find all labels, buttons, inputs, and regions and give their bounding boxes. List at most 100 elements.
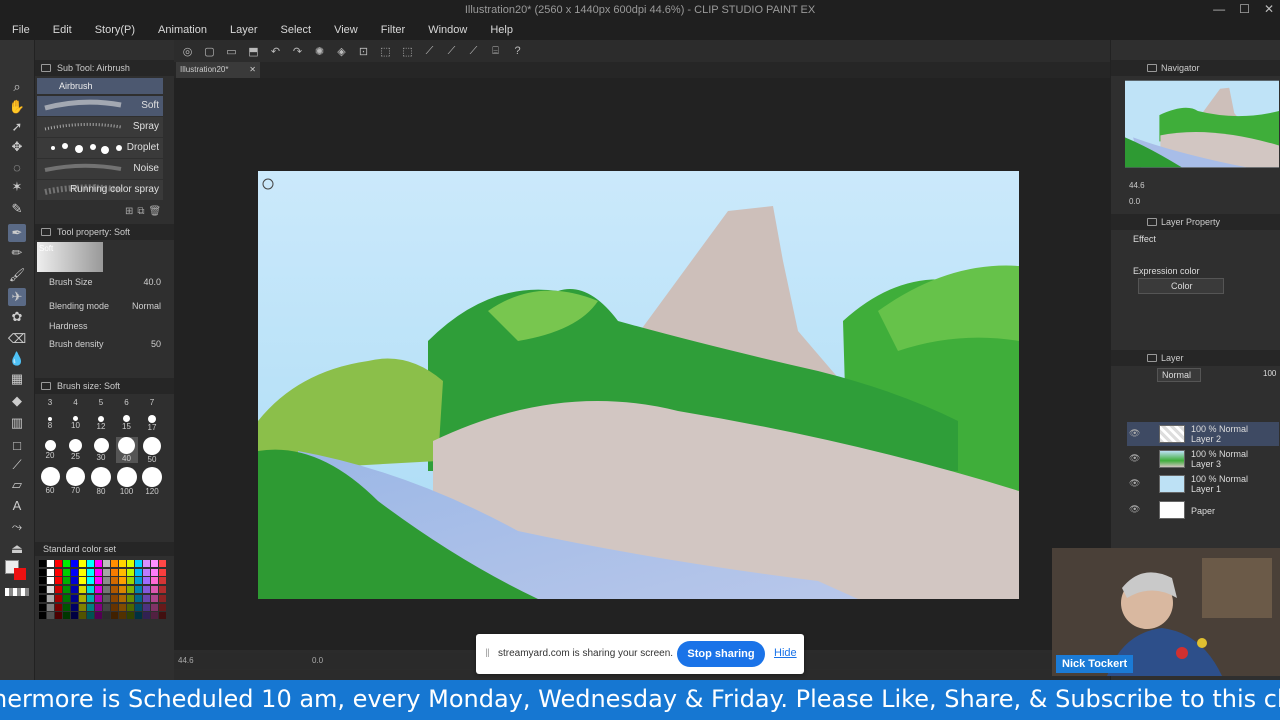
palette-swatch[interactable] — [127, 612, 134, 620]
brush-item-spray[interactable]: Spray — [37, 117, 163, 137]
size-12[interactable]: 12 — [90, 415, 112, 431]
palette-swatch[interactable] — [55, 594, 62, 602]
palette-swatch[interactable] — [111, 612, 118, 620]
navigator-preview[interactable] — [1125, 80, 1279, 168]
palette-swatch[interactable] — [111, 560, 118, 567]
palette-swatch[interactable] — [95, 568, 102, 576]
document-tab[interactable]: Illustration20* ✕ — [176, 62, 260, 78]
palette-swatch[interactable] — [127, 577, 134, 585]
size-80[interactable]: 80 — [90, 466, 112, 496]
size-8[interactable]: 8 — [39, 416, 61, 430]
size-15[interactable]: 15 — [116, 415, 138, 431]
magic-wand-tool-icon[interactable]: ✶ — [8, 178, 26, 196]
size-20[interactable]: 20 — [39, 440, 61, 460]
brush-density-row[interactable]: Brush density 50 — [49, 339, 161, 353]
expression-color-select[interactable]: Color — [1138, 278, 1224, 294]
visibility-eye-icon[interactable]: 👁 — [1129, 478, 1140, 489]
menu-file[interactable]: File — [12, 20, 30, 40]
palette-swatch[interactable] — [63, 586, 70, 594]
palette-swatch[interactable] — [103, 568, 110, 576]
palette-swatch[interactable] — [127, 560, 134, 567]
palette-swatch[interactable] — [79, 594, 86, 602]
hand-tool-icon[interactable]: ✋ — [8, 98, 26, 116]
menu-animation[interactable]: Animation — [158, 20, 207, 40]
palette-swatch[interactable] — [71, 560, 78, 567]
palette-swatch[interactable] — [39, 594, 46, 602]
palette-swatch[interactable] — [47, 594, 54, 602]
palette-swatch[interactable] — [119, 603, 126, 611]
layer-row-layer-3[interactable]: 👁 100 % Normal Layer 3 — [1127, 447, 1279, 471]
palette-swatch[interactable] — [87, 612, 94, 620]
fill-bucket-icon[interactable]: ⏏ — [8, 540, 26, 558]
palette-swatch[interactable] — [39, 586, 46, 594]
size-30[interactable]: 30 — [90, 438, 112, 462]
palette-swatch[interactable] — [39, 560, 46, 567]
palette-swatch[interactable] — [79, 568, 86, 576]
rotation-readout[interactable]: 0.0 — [312, 656, 323, 665]
palette-swatch[interactable] — [159, 612, 166, 620]
palette-swatch[interactable] — [47, 568, 54, 576]
size-10[interactable]: 10 — [65, 416, 87, 430]
palette-swatch[interactable] — [135, 577, 142, 585]
fill-icon[interactable]: ◈ — [334, 44, 349, 59]
palette-swatch[interactable] — [127, 586, 134, 594]
size-50[interactable]: 50 — [141, 436, 163, 464]
text-tool-icon[interactable]: A — [8, 496, 26, 514]
ruler-tool-icon[interactable]: ⟋ — [8, 456, 26, 474]
menu-layer[interactable]: Layer — [230, 20, 258, 40]
palette-swatch[interactable] — [103, 577, 110, 585]
select-all-icon[interactable]: ⬚ — [378, 44, 393, 59]
palette-swatch[interactable] — [135, 594, 142, 602]
brush-item-soft[interactable]: Soft — [37, 96, 163, 116]
palette-swatch[interactable] — [55, 577, 62, 585]
palette-swatch[interactable] — [103, 603, 110, 611]
palette-swatch[interactable] — [95, 586, 102, 594]
transparent-color-swatch[interactable] — [5, 588, 29, 596]
palette-swatch[interactable] — [63, 568, 70, 576]
size-4[interactable]: 4 — [65, 398, 87, 407]
palette-swatch[interactable] — [87, 568, 94, 576]
layer-row-layer-1[interactable]: 👁 100 % Normal Layer 1 — [1127, 472, 1279, 496]
size-3[interactable]: 3 — [39, 398, 61, 407]
palette-swatch[interactable] — [63, 612, 70, 620]
palette-swatch[interactable] — [55, 586, 62, 594]
palette-swatch[interactable] — [127, 568, 134, 576]
brush-size-row[interactable]: Brush Size 40.0 — [49, 277, 161, 291]
close-tab-icon[interactable]: ✕ — [249, 62, 256, 78]
menu-select[interactable]: Select — [281, 20, 312, 40]
menu-story[interactable]: Story(P) — [95, 20, 135, 40]
palette-swatch[interactable] — [63, 603, 70, 611]
palette-swatch[interactable] — [151, 586, 158, 594]
deselect-icon[interactable]: ⬚ — [400, 44, 415, 59]
palette-swatch[interactable] — [63, 560, 70, 567]
fill-tool-icon[interactable]: ◆ — [8, 392, 26, 410]
lasso-tool-icon[interactable]: ◌ — [8, 158, 26, 176]
eraser-tool-icon[interactable]: ⌫ — [8, 330, 26, 348]
navigator-zoom[interactable]: 44.6 — [1129, 181, 1145, 190]
palette-swatch[interactable] — [63, 577, 70, 585]
palette-swatch[interactable] — [135, 603, 142, 611]
blending-mode-row[interactable]: Blending mode Normal — [49, 301, 161, 315]
palette-swatch[interactable] — [143, 577, 150, 585]
palette-swatch[interactable] — [143, 568, 150, 576]
size-120[interactable]: 120 — [141, 466, 163, 496]
palette-swatch[interactable] — [159, 560, 166, 567]
figure-tool-icon[interactable]: ▦ — [8, 370, 26, 388]
size-40[interactable]: 40 — [115, 437, 138, 463]
palette-swatch[interactable] — [119, 586, 126, 594]
palette-swatch[interactable] — [87, 586, 94, 594]
palette-swatch[interactable] — [55, 568, 62, 576]
size-60[interactable]: 60 — [39, 467, 61, 495]
palette-swatch[interactable] — [39, 577, 46, 585]
palette-swatch[interactable] — [71, 594, 78, 602]
palette-swatch[interactable] — [111, 568, 118, 576]
palette-swatch[interactable] — [143, 603, 150, 611]
palette-swatch[interactable] — [119, 577, 126, 585]
palette-swatch[interactable] — [95, 577, 102, 585]
palette-swatch[interactable] — [39, 612, 46, 620]
size-25[interactable]: 25 — [65, 439, 87, 461]
palette-swatch[interactable] — [55, 560, 62, 567]
save-icon[interactable]: ⬒ — [246, 44, 261, 59]
palette-swatch[interactable] — [79, 577, 86, 585]
close-button[interactable]: ✕ — [1264, 2, 1274, 16]
